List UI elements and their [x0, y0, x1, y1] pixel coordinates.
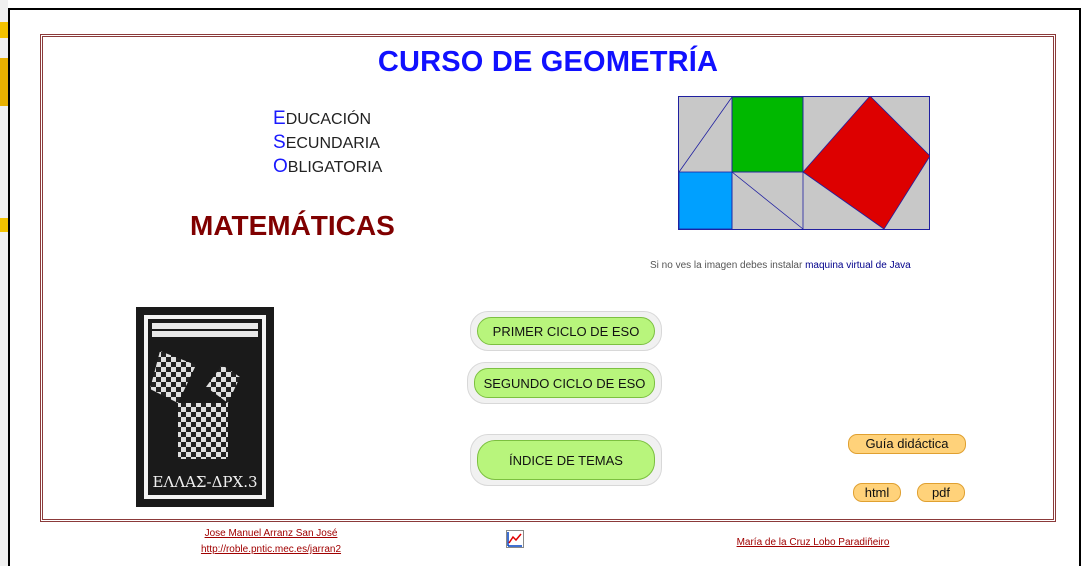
- acronym-line-3: OBLIGATORIA: [273, 156, 383, 177]
- pythagoras-stamp-image: ΕΛΛΑΣ-ΔΡΧ.3: [136, 307, 274, 507]
- pythagoras-applet[interactable]: [678, 96, 930, 230]
- html-button[interactable]: html: [853, 483, 901, 502]
- svg-text:ΕΛΛΑΣ-ΔΡΧ.3: ΕΛΛΑΣ-ΔΡΧ.3: [152, 473, 257, 491]
- background-window-strip: [0, 0, 8, 566]
- page-title: CURSO DE GEOMETRÍA: [377, 46, 719, 78]
- index-label: ÍNDICE DE TEMAS: [477, 440, 655, 480]
- teaching-guide-button[interactable]: Guía didáctica: [848, 434, 966, 454]
- author1-link[interactable]: Jose Manuel Arranz San José: [186, 528, 356, 539]
- chart-icon[interactable]: [506, 530, 524, 548]
- second-cycle-label: SEGUNDO CICLO DE ESO: [474, 368, 655, 398]
- acronym-line-2: SECUNDARIA: [273, 132, 380, 153]
- first-cycle-button[interactable]: PRIMER CICLO DE ESO: [470, 311, 662, 351]
- java-notice: Si no ves la imagen debes instalar maqui…: [650, 260, 911, 271]
- index-button[interactable]: ÍNDICE DE TEMAS: [470, 434, 662, 486]
- subject-heading: MATEMÁTICAS: [190, 210, 395, 241]
- pdf-button[interactable]: pdf: [917, 483, 965, 502]
- second-cycle-button[interactable]: SEGUNDO CICLO DE ESO: [467, 362, 662, 404]
- acronym-line-1: EDUCACIÓN: [273, 108, 372, 129]
- author1-url-link[interactable]: http://roble.pntic.mec.es/jarran2: [186, 544, 356, 555]
- first-cycle-label: PRIMER CICLO DE ESO: [477, 317, 655, 345]
- author2-link[interactable]: María de la Cruz Lobo Paradiñeiro: [722, 537, 904, 548]
- java-link[interactable]: maquina virtual de Java: [805, 260, 911, 271]
